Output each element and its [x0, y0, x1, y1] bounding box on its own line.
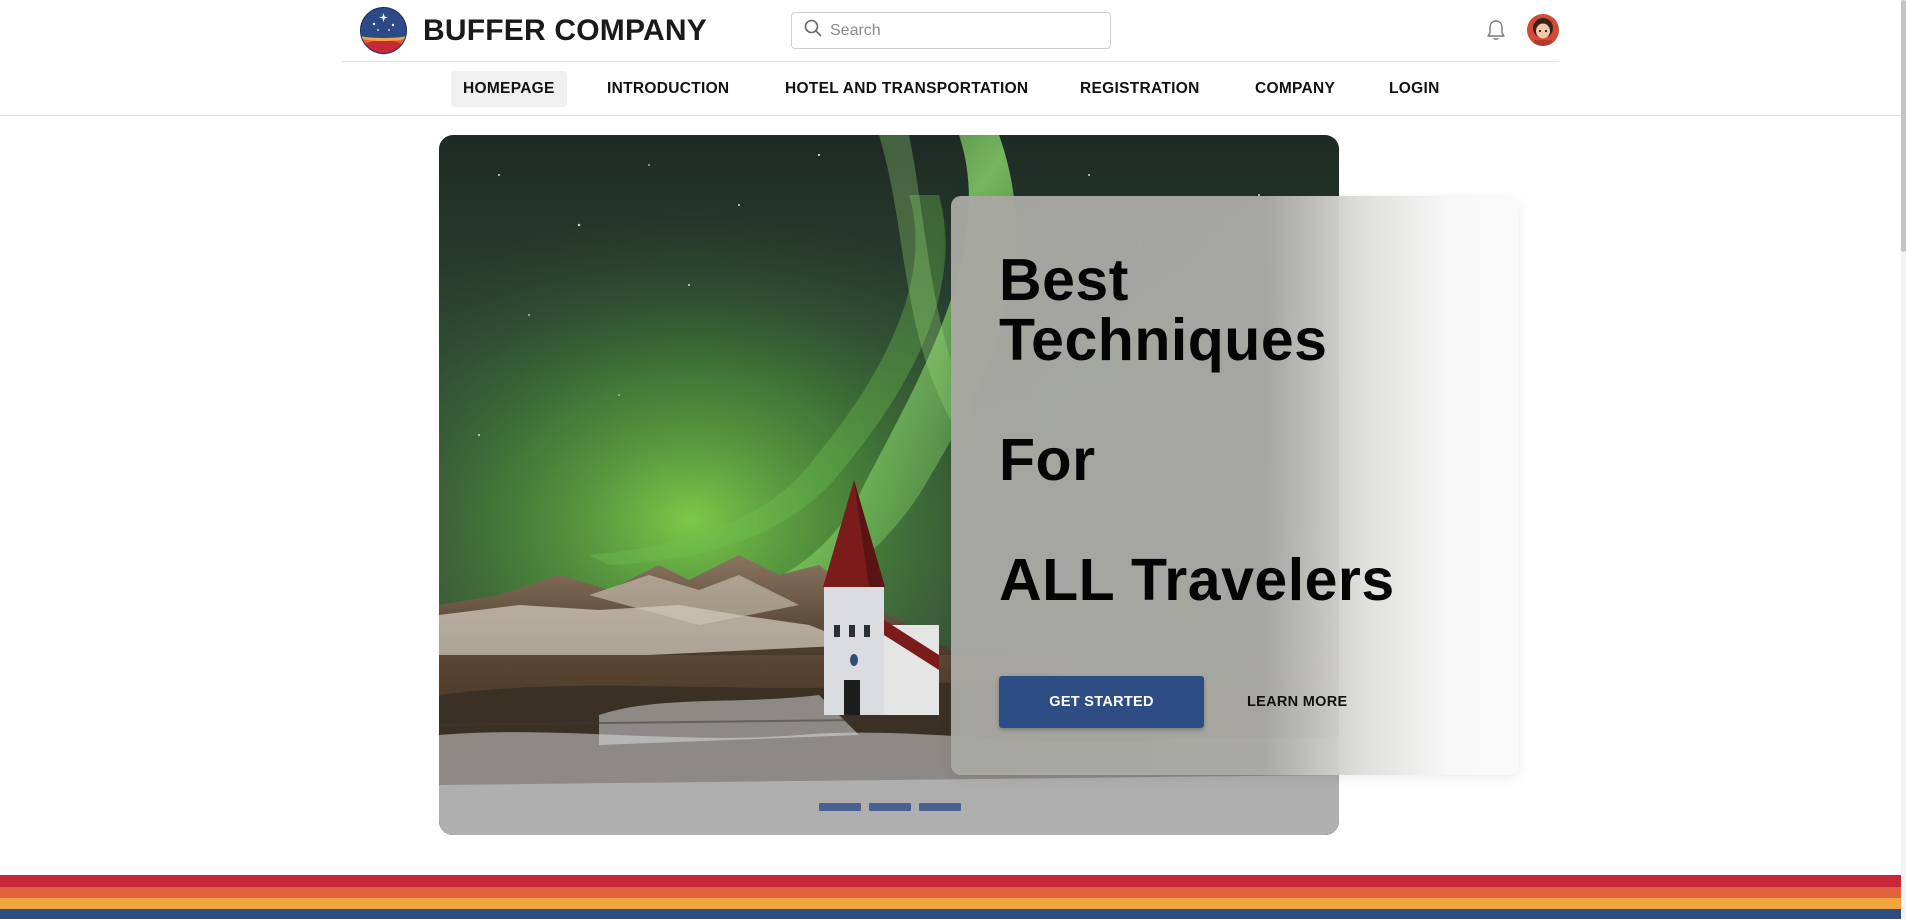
brand-name[interactable]: BUFFER COMPANY	[423, 14, 707, 48]
search-input[interactable]	[830, 21, 1090, 40]
footer-color-stripes	[0, 875, 1906, 919]
nav-item-company[interactable]: COMPANY	[1243, 71, 1347, 107]
get-started-button[interactable]: GET STARTED	[999, 676, 1204, 728]
search-box[interactable]	[791, 12, 1111, 49]
carousel-indicator-2[interactable]	[869, 803, 911, 811]
hero-headline-line-4: ALL Travelers	[999, 547, 1395, 613]
hero-headline-line-2: Techniques	[999, 307, 1328, 373]
page-scrollbar-thumb[interactable]	[1901, 0, 1906, 252]
brand-logo-icon[interactable]	[360, 7, 407, 54]
carousel-indicator-3[interactable]	[919, 803, 961, 811]
stripe-blue	[0, 909, 1906, 919]
nav-item-login[interactable]: LOGIN	[1377, 71, 1452, 107]
learn-more-button[interactable]: LEARN MORE	[1247, 676, 1347, 728]
nav-item-introduction[interactable]: INTRODUCTION	[595, 71, 741, 107]
user-avatar[interactable]	[1527, 14, 1559, 46]
nav-item-registration[interactable]: REGISTRATION	[1068, 71, 1212, 107]
stripe-orange	[0, 887, 1906, 898]
carousel-indicator-1[interactable]	[819, 803, 861, 811]
stripe-yellow	[0, 898, 1906, 909]
carousel-indicators	[819, 803, 961, 811]
hero-headline-line-1: Best	[999, 247, 1129, 313]
nav-item-homepage[interactable]: HOMEPAGE	[451, 71, 567, 107]
hero-content-panel: Best Techniques For ALL Travelers GET ST…	[951, 196, 1519, 775]
bell-icon[interactable]	[1482, 16, 1510, 44]
search-icon	[804, 19, 822, 42]
stripe-red	[0, 875, 1906, 887]
main-nav: HOMEPAGE INTRODUCTION HOTEL AND TRANSPOR…	[0, 62, 1906, 116]
hero-headline-line-3: For	[999, 427, 1096, 493]
top-header: BUFFER COMPANY	[342, 0, 1559, 62]
nav-item-hotel-and-transportation[interactable]: HOTEL AND TRANSPORTATION	[773, 71, 1040, 107]
